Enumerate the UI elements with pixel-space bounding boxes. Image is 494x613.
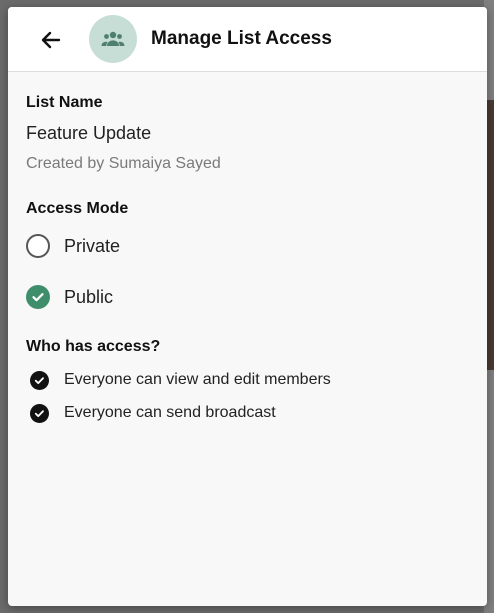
- access-option-private[interactable]: Private: [26, 233, 469, 259]
- back-button[interactable]: [36, 25, 66, 55]
- group-icon: [101, 31, 125, 46]
- created-by-text: Created by Sumaiya Sayed: [26, 155, 221, 172]
- access-option-public[interactable]: Public: [26, 284, 469, 310]
- dialog-title: Manage List Access: [151, 28, 332, 49]
- check-circle-icon: [30, 403, 49, 423]
- arrow-left-icon: [41, 31, 61, 49]
- radio-unchecked-icon[interactable]: [26, 234, 50, 258]
- permission-label: Everyone can send broadcast: [64, 404, 276, 421]
- radio-checked-icon[interactable]: [26, 285, 50, 309]
- checkmark-icon: [32, 293, 44, 302]
- list-avatar: [89, 15, 137, 63]
- access-mode-label: Access Mode: [26, 200, 129, 217]
- list-name-label: List Name: [26, 94, 103, 111]
- dialog-body: List Name Feature Update Created by Suma…: [8, 72, 487, 424]
- who-has-access-label: Who has access?: [26, 338, 161, 355]
- access-option-label: Public: [64, 286, 114, 307]
- permission-label: Everyone can view and edit members: [64, 371, 331, 388]
- manage-list-access-dialog: Manage List Access List Name Feature Upd…: [8, 7, 487, 606]
- permission-item: Everyone can view and edit members: [26, 369, 469, 391]
- access-option-label: Private: [64, 235, 121, 256]
- permission-item: Everyone can send broadcast: [26, 402, 469, 424]
- dialog-header: Manage List Access: [8, 7, 487, 72]
- check-circle-icon: [30, 370, 49, 390]
- list-name-value: Feature Update: [26, 123, 152, 143]
